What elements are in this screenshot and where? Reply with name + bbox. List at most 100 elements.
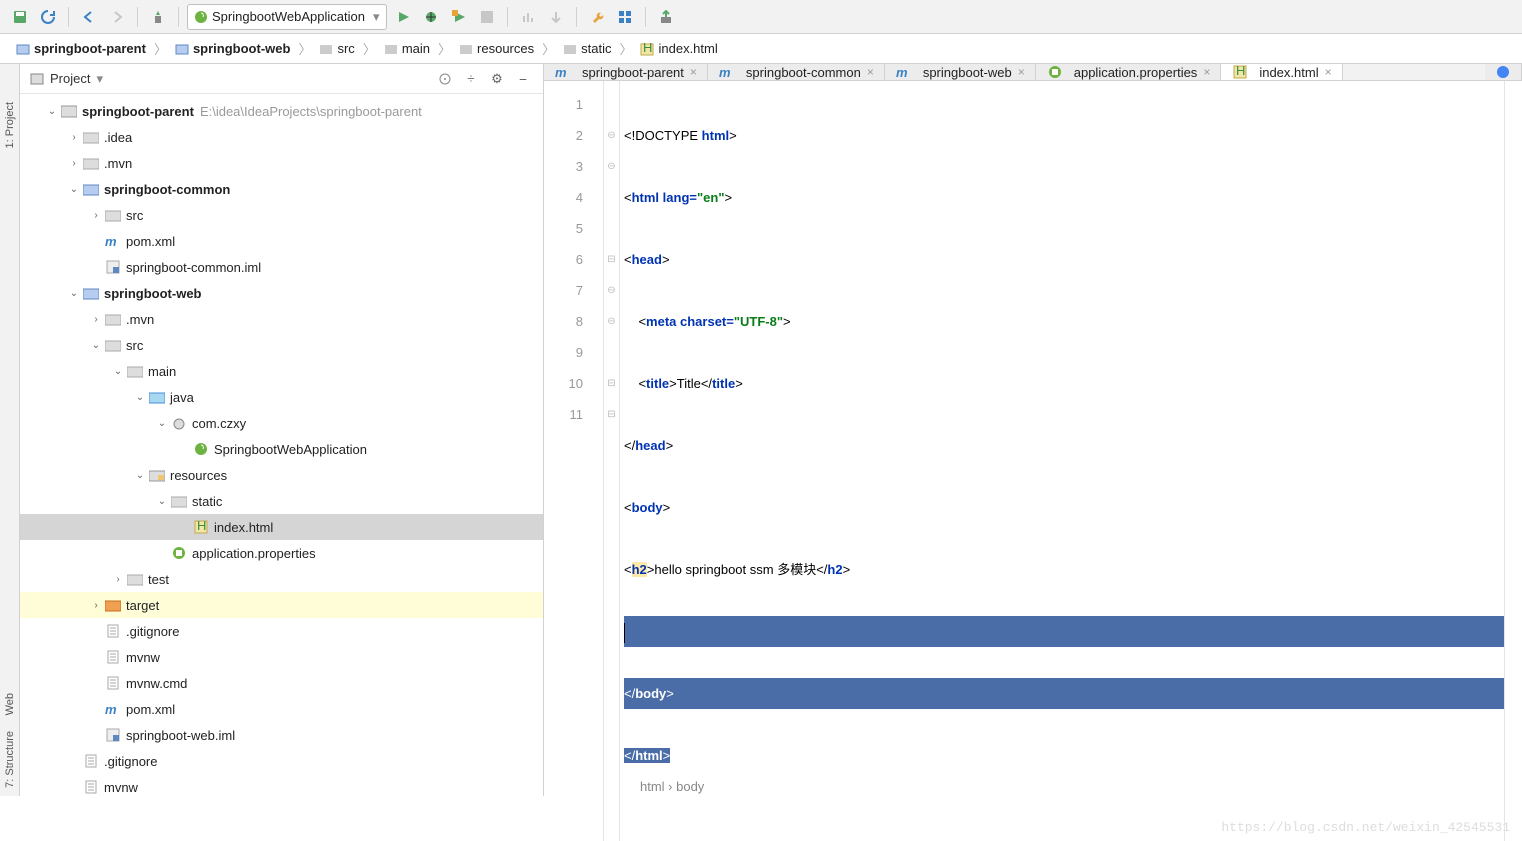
expand-icon[interactable]: ⌄ [88,340,104,351]
expand-icon[interactable]: ⌄ [132,470,148,481]
tree-item[interactable]: application.properties [20,540,543,566]
tree-label: pom.xml [126,234,175,249]
breadcrumb-item[interactable]: static [559,39,615,58]
vtab-project[interactable]: 1: Project [2,94,18,156]
tree-item[interactable]: ›src [20,202,543,228]
project-tree[interactable]: ⌄springboot-parentE:\idea\IdeaProjects\s… [20,94,543,796]
expand-icon[interactable]: ⌄ [132,392,148,403]
code-content[interactable]: <!DOCTYPE html> <html lang="en"> <head> … [620,81,1504,841]
editor-tab[interactable]: Hindex.html× [1221,64,1342,80]
expand-icon[interactable]: ⌄ [154,496,170,507]
tree-item[interactable]: ⌄springboot-web [20,280,543,306]
build-icon[interactable] [146,5,170,29]
tree-item[interactable]: ⌄com.czxy [20,410,543,436]
update-icon[interactable] [654,5,678,29]
expand-icon[interactable]: ⌄ [66,184,82,195]
attach-icon[interactable] [544,5,568,29]
tree-item[interactable]: ⌄src [20,332,543,358]
tree-item[interactable]: ⌄springboot-common [20,176,543,202]
expand-icon[interactable]: ⌄ [44,106,60,117]
vtab-web[interactable]: Web [2,685,18,723]
breadcrumb-item[interactable]: src [315,39,358,58]
tree-item[interactable]: ›.idea [20,124,543,150]
tree-item[interactable]: mvnw [20,644,543,670]
collapse-icon[interactable]: ÷ [461,69,481,89]
close-icon[interactable]: × [1203,65,1210,79]
close-icon[interactable]: × [690,65,697,79]
chevron-down-icon[interactable]: ▾ [96,71,103,87]
breadcrumb-item[interactable]: springboot-web [171,39,295,58]
tools-icon[interactable] [585,5,609,29]
hide-icon[interactable]: ⎯ [513,69,533,89]
expand-icon[interactable]: › [88,600,104,611]
line-number: 6 [552,244,583,275]
line-number: 9 [552,337,583,368]
expand-icon[interactable]: › [66,132,82,143]
tree-item[interactable]: ›.mvn [20,150,543,176]
line-number: 10 [552,368,583,399]
editor-body[interactable]: 1234567891011 ⊖⊖⊟⊖⊖⊟⊟ <!DOCTYPE html> <h… [544,81,1522,841]
run-configuration-selector[interactable]: SpringbootWebApplication ▾ [187,4,387,30]
tree-item[interactable]: mpom.xml [20,228,543,254]
run-icon[interactable] [391,5,415,29]
breadcrumb-item[interactable]: Hindex.html [636,39,721,58]
tree-item[interactable]: SpringbootWebApplication [20,436,543,462]
expand-icon[interactable]: › [66,158,82,169]
close-icon[interactable]: × [1018,65,1025,79]
tab-label: springboot-web [923,65,1012,80]
tree-item[interactable]: ⌄resources [20,462,543,488]
tree-item[interactable]: springboot-web.iml [20,722,543,748]
breadcrumb-item[interactable]: springboot-parent [12,39,150,58]
tree-item[interactable]: mvnw.cmd [20,670,543,696]
breadcrumb-item[interactable]: resources [455,39,538,58]
tree-item[interactable]: springboot-common.iml [20,254,543,280]
tree-item[interactable]: mvnw [20,774,543,796]
tree-label: .gitignore [126,624,179,639]
stop-icon[interactable] [475,5,499,29]
forward-icon[interactable] [105,5,129,29]
folder-src-icon [148,390,166,404]
target-icon[interactable] [435,69,455,89]
browser-preview-tab[interactable] [1485,64,1522,80]
maven-icon: m [895,65,913,79]
structure-icon[interactable] [613,5,637,29]
gear-icon[interactable]: ⚙ [487,69,507,89]
expand-icon[interactable]: ⌄ [154,418,170,429]
editor-tab[interactable]: m springboot-web × [885,64,1036,80]
close-icon[interactable]: × [1325,65,1332,79]
tree-label: application.properties [192,546,316,561]
vtab-structure[interactable]: 7: Structure [2,723,18,796]
close-icon[interactable]: × [867,65,874,79]
expand-icon[interactable]: › [110,574,126,585]
run-coverage-icon[interactable] [447,5,471,29]
tree-item[interactable]: .gitignore [20,748,543,774]
debug-icon[interactable] [419,5,443,29]
breadcrumb-item[interactable]: main [380,39,434,58]
editor-tab[interactable]: mspringboot-common× [708,64,885,80]
tree-item[interactable]: ⌄static [20,488,543,514]
file-icon [104,624,122,638]
expand-icon[interactable]: › [88,210,104,221]
tab-label: index.html [1259,65,1318,80]
tree-item[interactable]: ⌄springboot-parentE:\idea\IdeaProjects\s… [20,98,543,124]
editor-tab[interactable]: application.properties× [1036,64,1222,80]
tree-item[interactable]: ›.mvn [20,306,543,332]
save-icon[interactable] [8,5,32,29]
tree-item[interactable]: Hindex.html [20,514,543,540]
expand-icon[interactable]: ⌄ [110,366,126,377]
expand-icon[interactable]: › [88,314,104,325]
tree-item[interactable]: ›test [20,566,543,592]
editor-area: mspringboot-parent×mspringboot-common× ms… [544,64,1522,796]
profiler-icon[interactable] [516,5,540,29]
panel-title: Project [50,71,90,86]
editor-tab[interactable]: mspringboot-parent× [544,64,708,80]
tree-item[interactable]: ⌄main [20,358,543,384]
tree-item[interactable]: .gitignore [20,618,543,644]
sync-icon[interactable] [36,5,60,29]
tree-item[interactable]: ›target [20,592,543,618]
back-icon[interactable] [77,5,101,29]
tree-item[interactable]: ⌄java [20,384,543,410]
tree-label: mvnw [104,780,138,795]
expand-icon[interactable]: ⌄ [66,288,82,299]
tree-item[interactable]: mpom.xml [20,696,543,722]
